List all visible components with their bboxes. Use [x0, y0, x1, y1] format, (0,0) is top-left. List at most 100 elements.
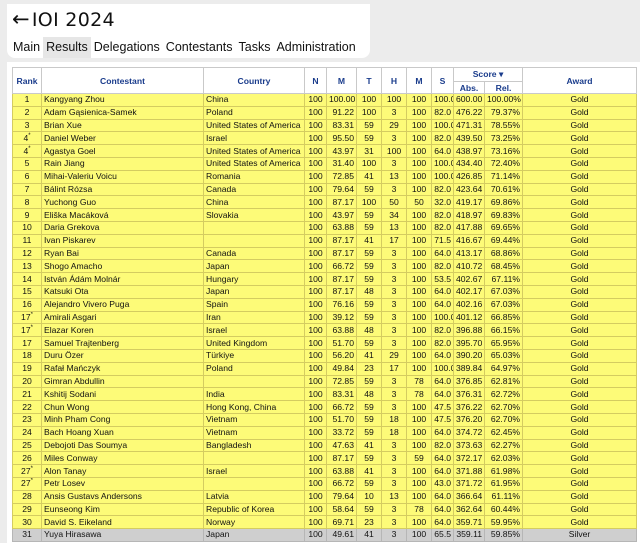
country-cell[interactable]	[203, 476, 305, 491]
col-header-contestant[interactable]: Contestant	[41, 67, 204, 94]
country-cell[interactable]: China	[203, 93, 305, 107]
country-cell[interactable]: Iran	[203, 310, 305, 325]
contestant-name[interactable]: Daria Grekova	[41, 220, 204, 235]
back-arrow-icon[interactable]: ←	[12, 7, 30, 31]
country-cell[interactable]: Vietnam	[203, 412, 305, 427]
contestant-name[interactable]: Agastya Goel	[41, 144, 204, 158]
contestant-name[interactable]: Chun Wong	[41, 400, 204, 414]
contestant-name[interactable]: Miles Conway	[41, 451, 204, 466]
tab-delegations[interactable]: Delegations	[91, 37, 163, 58]
country-cell[interactable]: Latvia	[203, 489, 305, 504]
tab-contestants[interactable]: Contestants	[163, 37, 236, 58]
country-cell[interactable]: Israel	[203, 131, 305, 146]
contestant-name[interactable]: Samuel Trajtenberg	[41, 336, 204, 350]
contestant-name[interactable]: Bach Hoang Xuan	[41, 425, 204, 440]
country-cell[interactable]: Romania	[203, 169, 305, 184]
contestant-name[interactable]: Mihai-Valeriu Voicu	[41, 169, 204, 184]
country-cell[interactable]	[203, 220, 305, 235]
contestant-name-text: Petr Losev	[44, 478, 86, 489]
contestant-name[interactable]: Alejandro Vivero Puga	[41, 297, 204, 312]
contestant-name[interactable]: David S. Eikeland	[41, 515, 204, 530]
contestant-name[interactable]: Adam Gąsienica-Samek	[41, 105, 204, 120]
contestant-name[interactable]: Ivan Piskarev	[41, 233, 204, 248]
contestant-name[interactable]: Katsuki Ota	[41, 284, 204, 299]
contestant-name[interactable]: Yuchong Guo	[41, 195, 204, 210]
country-cell[interactable]: China	[203, 195, 305, 210]
col-header-task-m[interactable]: M	[326, 67, 357, 94]
col-header-task-s[interactable]: S	[431, 67, 454, 94]
contestant-name[interactable]: Bálint Rózsa	[41, 182, 204, 197]
country-cell[interactable]: Israel	[203, 464, 305, 478]
country-cell[interactable]: United States of America	[203, 144, 305, 158]
contestant-name[interactable]: Ryan Bai	[41, 246, 204, 261]
col-header-rank[interactable]: Rank	[12, 67, 42, 94]
contestant-name[interactable]: Shogo Amacho	[41, 259, 204, 274]
contestant-name[interactable]: Rafał Mańczyk	[41, 361, 204, 376]
task-n-score-text: 100	[308, 171, 323, 182]
contestant-name[interactable]: Gimran Abdullin	[41, 374, 204, 389]
contestant-name[interactable]: Petr Losev	[41, 476, 204, 491]
tab-tasks[interactable]: Tasks	[236, 37, 274, 58]
contestant-name[interactable]: István Ádám Molnár	[41, 272, 204, 286]
col-header-award[interactable]: Award	[522, 67, 638, 94]
contestant-name[interactable]: Duru Özer	[41, 348, 204, 363]
task-h-score: 3	[381, 374, 407, 389]
country-cell[interactable]: Poland	[203, 361, 305, 376]
col-header-score-abs[interactable]: Abs.	[453, 81, 485, 94]
contestant-name[interactable]: Kshitij Sodani	[41, 387, 204, 402]
col-header-score-rel[interactable]: Rel.	[483, 81, 524, 94]
contestant-name[interactable]: Ansis Gustavs Andersons	[41, 489, 204, 504]
contestant-name[interactable]: Rain Jiang	[41, 156, 204, 171]
contestant-name[interactable]: Minh Pham Cong	[41, 412, 204, 427]
contestant-name[interactable]: Elazar Koren	[41, 323, 204, 338]
country-cell[interactable]: Poland	[203, 105, 305, 120]
country-cell[interactable]	[203, 374, 305, 389]
country-cell[interactable]: Japan	[203, 528, 305, 542]
contestant-name[interactable]: Eunseong Kim	[41, 502, 204, 517]
task-h-score-text: 3	[391, 465, 397, 476]
col-header-task-h[interactable]: H	[381, 67, 407, 94]
score-abs: 418.97	[453, 208, 485, 222]
country-cell[interactable]: Hungary	[203, 272, 305, 286]
task-t-score: 59	[356, 336, 382, 350]
contestant-name[interactable]: Brian Xue	[41, 118, 204, 133]
country-cell[interactable]: Hong Kong, China	[203, 400, 305, 414]
tab-administration[interactable]: Administration	[273, 37, 358, 58]
contestant-name[interactable]: Alon Tanay	[41, 464, 204, 478]
contestant-name[interactable]: Yuya Hirasawa	[41, 528, 204, 542]
country-cell[interactable]: Norway	[203, 515, 305, 530]
country-cell[interactable]	[203, 233, 305, 248]
country-cell[interactable]: United Kingdom	[203, 336, 305, 350]
country-cell[interactable]: Vietnam	[203, 425, 305, 440]
task-m-score-text: 87.17	[332, 235, 354, 246]
tab-results[interactable]: Results	[43, 37, 91, 58]
country-cell[interactable]: Canada	[203, 246, 305, 261]
country-cell[interactable]: Türkiye	[203, 348, 305, 363]
country-cell[interactable]: Republic of Korea	[203, 502, 305, 517]
col-header-score[interactable]: Score ▾	[452, 67, 524, 82]
country-cell[interactable]: Japan	[203, 284, 305, 299]
country-cell[interactable]: Canada	[203, 182, 305, 197]
tab-main[interactable]: Main	[10, 37, 43, 58]
col-header-task-m2[interactable]: M	[406, 67, 432, 94]
col-header-country[interactable]: Country	[203, 67, 305, 94]
col-header-task-t[interactable]: T	[356, 67, 382, 94]
country-cell[interactable]: Bangladesh	[203, 438, 305, 453]
country-cell[interactable]: Israel	[203, 323, 305, 338]
country-cell[interactable]	[203, 451, 305, 466]
country-cell[interactable]: United States of America	[203, 156, 305, 171]
contestant-name[interactable]: Eliška Macáková	[41, 208, 204, 222]
table-row: 4* Daniel Weber Israel 100 95.50 59 3 100 82.0 43…	[12, 131, 638, 146]
contestant-name[interactable]: Debojoti Das Soumya	[41, 438, 204, 453]
contestant-name[interactable]: Daniel Weber	[41, 131, 204, 146]
country-cell[interactable]: Spain	[203, 297, 305, 312]
country-cell[interactable]: Slovakia	[203, 208, 305, 222]
contestant-name-text: Agastya Goel	[44, 145, 96, 156]
country-cell[interactable]: United States of America	[203, 118, 305, 133]
country-cell[interactable]: Japan	[203, 259, 305, 274]
contestant-name[interactable]: Amirali Asgari	[41, 310, 204, 325]
country-cell[interactable]: India	[203, 387, 305, 402]
col-header-task-n[interactable]: N	[304, 67, 327, 94]
rank-cell: 24	[12, 425, 42, 440]
contestant-name[interactable]: Kangyang Zhou	[41, 93, 204, 107]
